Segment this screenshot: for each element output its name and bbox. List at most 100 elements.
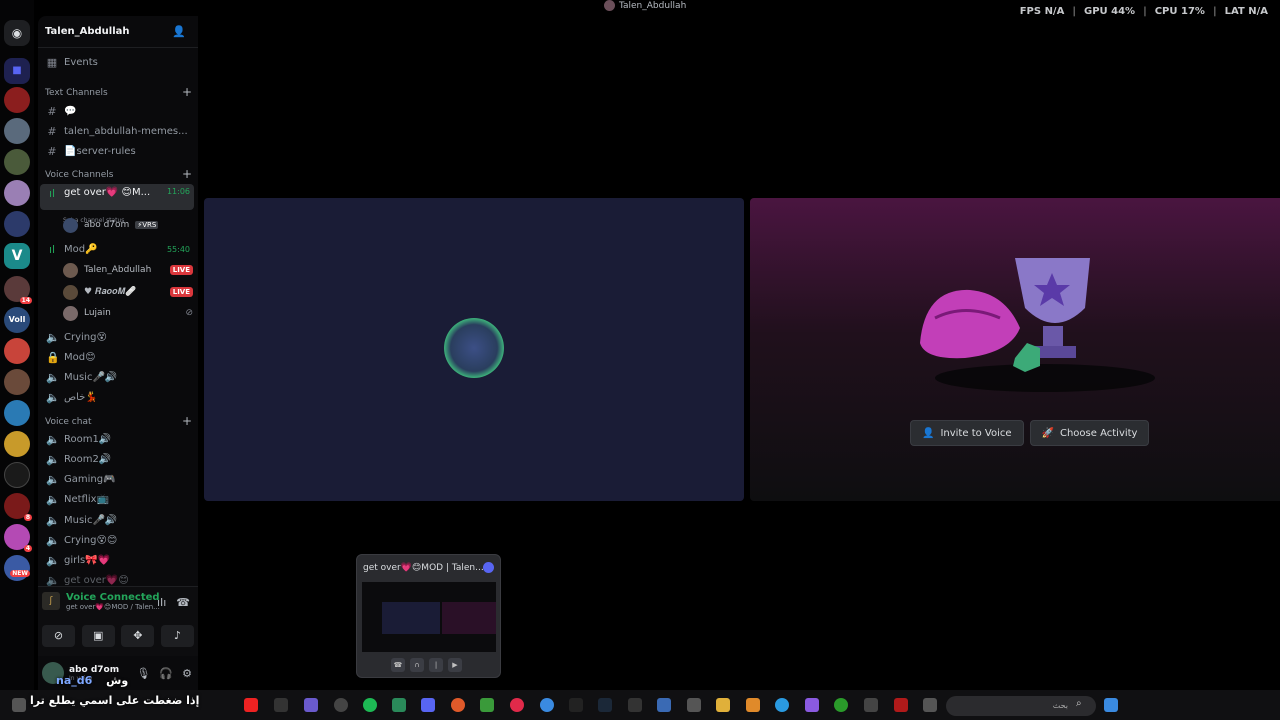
speaker-icon: 🔈	[46, 371, 60, 384]
server-header[interactable]: Talen_Abdullah 👤	[38, 16, 198, 48]
screen-share-icon[interactable]: ▣	[81, 625, 115, 647]
events-item[interactable]: ▦ Events	[40, 53, 194, 72]
voice-chat-category[interactable]: Voice chat +	[45, 415, 192, 427]
server-icon[interactable]: 4	[4, 524, 32, 552]
voice-connected-label[interactable]: Voice Connected	[66, 592, 160, 603]
voice-channel-item[interactable]: 🔈 Gaming🎮	[40, 470, 194, 489]
add-channel-icon[interactable]: +	[182, 168, 192, 180]
server-icon[interactable]: V	[4, 243, 30, 269]
server-icon[interactable]	[4, 118, 30, 144]
windows-start-icon[interactable]	[1104, 698, 1118, 712]
voice-channel-item[interactable]: ıl Mod🔑 55:40	[40, 240, 194, 259]
server-icon[interactable]	[4, 431, 30, 457]
discord-home-icon[interactable]: ◉	[4, 20, 30, 46]
noise-suppression-icon[interactable]: ıIı	[157, 596, 166, 609]
server-icon[interactable]	[4, 149, 30, 175]
youtube-icon[interactable]	[244, 698, 258, 712]
app-icon[interactable]	[746, 698, 760, 712]
disconnect-icon[interactable]: ☎	[391, 658, 405, 672]
minecraft-icon[interactable]	[480, 698, 494, 712]
headphones-icon[interactable]: 🎧	[159, 667, 173, 680]
steam-icon[interactable]	[598, 698, 612, 712]
voice-channel-item[interactable]: 🔈 Netflix📺	[40, 490, 194, 509]
edge-icon[interactable]	[775, 698, 789, 712]
app-icon[interactable]	[923, 698, 937, 712]
server-icon[interactable]	[4, 87, 30, 113]
performance-overlay: FPS N/A | GPU 44% | CPU 17% | LAT N/A	[1019, 6, 1268, 17]
app-icon[interactable]	[569, 698, 583, 712]
app-icon[interactable]	[510, 698, 524, 712]
text-channel-item[interactable]: # 📄server-rules	[40, 142, 194, 161]
microphone-icon[interactable]: 🎙	[136, 667, 150, 680]
spotify-icon[interactable]	[363, 698, 377, 712]
store-icon[interactable]	[687, 698, 701, 712]
add-channel-icon[interactable]: +	[182, 415, 192, 427]
server-icon[interactable]	[4, 338, 30, 364]
voice-channel-item[interactable]: 🔒 Mod😊	[40, 348, 194, 367]
dm-folder-icon[interactable]: ■	[4, 58, 30, 84]
soundboard-icon[interactable]: ♪	[160, 625, 194, 647]
voice-channel-item[interactable]: 🔈 خاص💃	[40, 388, 194, 407]
server-icon[interactable]	[4, 400, 30, 426]
server-icon[interactable]: Voll	[4, 307, 30, 333]
add-user-icon: 👤	[922, 427, 935, 439]
voice-member[interactable]: Talen_Abdullah LIVE	[63, 261, 193, 279]
voice-channel-item[interactable]: 🔈 Room1🔊	[40, 430, 194, 449]
weather-icon[interactable]	[12, 698, 26, 712]
choose-activity-button[interactable]: 🚀 Choose Activity	[1029, 420, 1150, 446]
text-channel-item[interactable]: # 💬	[40, 102, 194, 121]
voice-channel-item[interactable]: 🔈 Music🎤🔊	[40, 368, 194, 387]
voice-channel-active[interactable]: ıl get over💗 😊M... 11:06	[40, 184, 194, 210]
microphone-icon[interactable]: |	[429, 658, 443, 672]
app-icon[interactable]	[894, 698, 908, 712]
preview-thumbnail[interactable]	[362, 582, 496, 652]
server-icon[interactable]	[4, 462, 30, 488]
xbox-icon[interactable]	[834, 698, 848, 712]
server-icon[interactable]: 8	[4, 493, 32, 521]
server-icon[interactable]	[4, 180, 30, 206]
discord-icon[interactable]	[421, 698, 435, 712]
voice-channel-item[interactable]: 🔈 Room2🔊	[40, 450, 194, 469]
app-icon[interactable]	[392, 698, 406, 712]
app-icon[interactable]	[628, 698, 642, 712]
server-icon[interactable]	[4, 211, 30, 237]
voice-member[interactable]: ♥ 𝑹𝒂𝒐𝒐𝑴🩹 LIVE	[63, 283, 193, 301]
voice-channel-item[interactable]: 🔈 Music🎤🔊	[40, 511, 194, 530]
voice-channels-category[interactable]: Voice Channels +	[45, 168, 192, 180]
video-off-icon[interactable]: ⊘	[42, 625, 75, 647]
app-icon[interactable]	[304, 698, 318, 712]
invite-to-voice-button[interactable]: 👤 Invite to Voice	[910, 420, 1024, 446]
voice-channel-item[interactable]: 🔈 Crying😵😊	[40, 531, 194, 550]
voice-connected-channel[interactable]: get over💗😊MOD / Talen...	[66, 603, 160, 611]
chrome-icon[interactable]	[540, 698, 554, 712]
server-icon[interactable]	[4, 369, 30, 395]
camera-icon[interactable]: ▶	[448, 658, 462, 672]
add-channel-icon[interactable]: +	[182, 86, 192, 98]
signal-icon[interactable]: ʃ	[42, 592, 60, 610]
app-icon[interactable]	[334, 698, 348, 712]
disconnect-icon[interactable]: ☎	[176, 596, 190, 609]
copilot-icon[interactable]	[805, 698, 819, 712]
participant-tile[interactable]	[204, 198, 744, 501]
avatar	[63, 305, 78, 321]
headphones-icon[interactable]: ∩	[410, 658, 424, 672]
text-channel-item[interactable]: # talen_abdullah-memes...	[40, 122, 194, 141]
username[interactable]: abo d7om	[69, 665, 119, 675]
app-icon[interactable]	[864, 698, 878, 712]
folder-icon[interactable]	[716, 698, 730, 712]
taskbar-preview[interactable]: get over💗😊MOD | Talen... ☎ ∩ | ▶	[356, 554, 501, 678]
app-icon[interactable]	[274, 698, 288, 712]
activities-icon[interactable]: ✥	[121, 625, 155, 647]
mail-icon[interactable]	[657, 698, 671, 712]
search-input[interactable]: بحث	[946, 696, 1096, 716]
voice-member[interactable]: Lujain ⊘	[63, 304, 193, 322]
voice-member[interactable]: abo d7om ⚡VRS	[63, 216, 193, 234]
text-channels-category[interactable]: Text Channels +	[45, 86, 192, 98]
server-icon[interactable]: 14	[4, 276, 32, 304]
voice-channel-item[interactable]: 🔈 Crying😵	[40, 328, 194, 347]
add-member-icon[interactable]: 👤	[172, 25, 186, 38]
gear-icon[interactable]: ⚙	[182, 667, 192, 680]
voice-channel-item[interactable]: 🔈 girls🎀💗	[40, 551, 194, 570]
app-icon[interactable]	[451, 698, 465, 712]
server-icon[interactable]: NEW	[4, 555, 30, 581]
